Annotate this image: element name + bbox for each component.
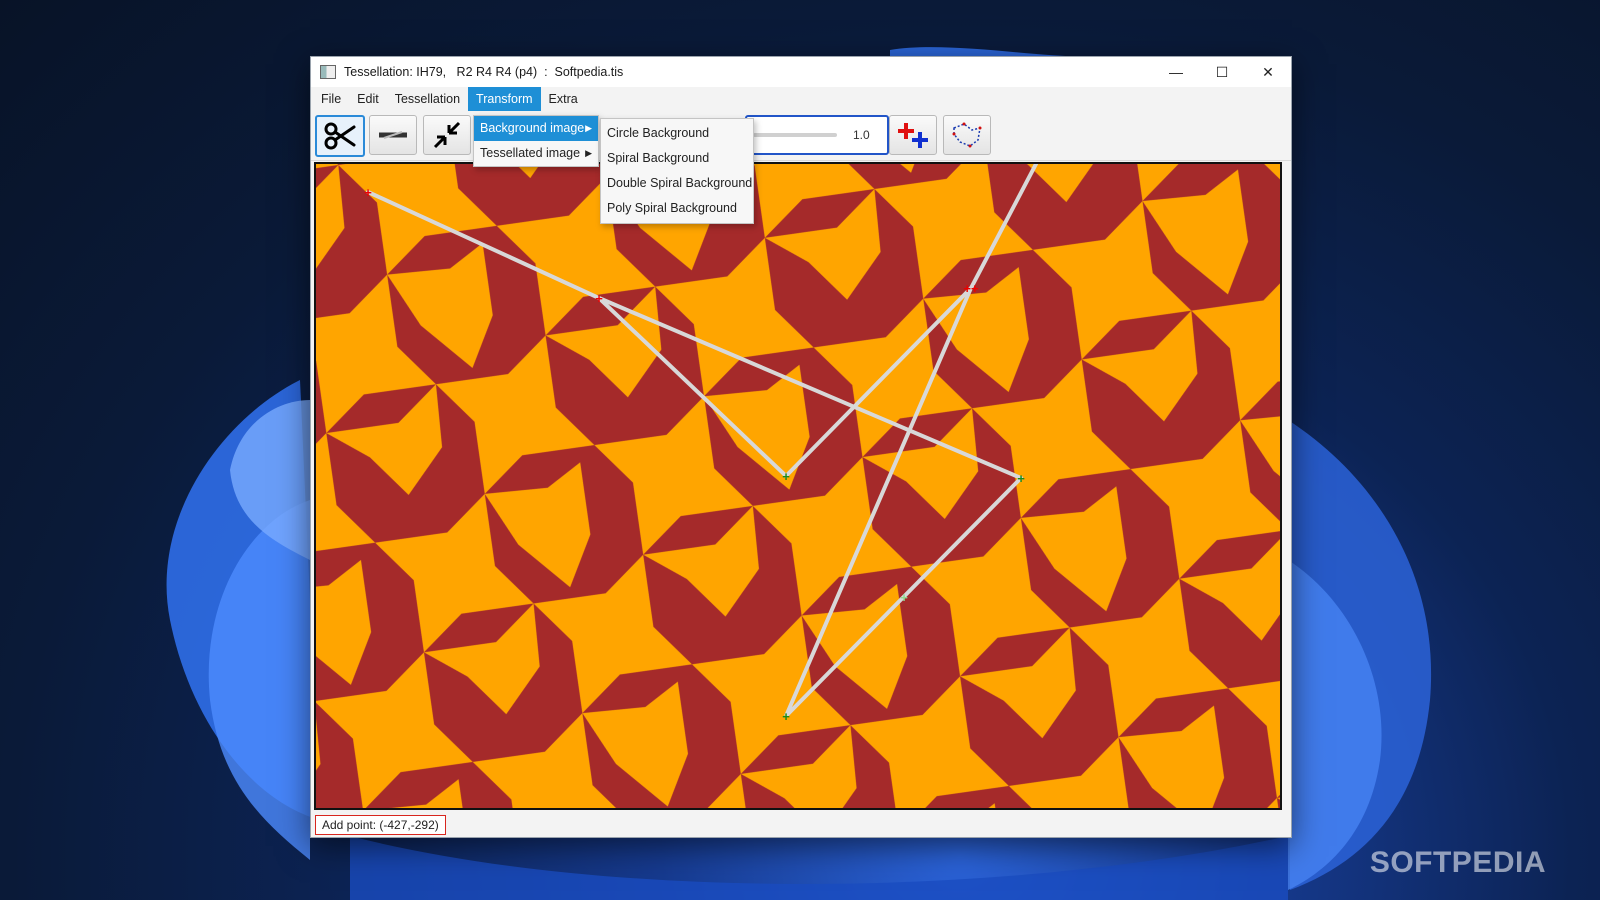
menu-background-image[interactable]: Background image ▶ (474, 116, 598, 141)
menu-poly-spiral-background[interactable]: Poly Spiral Background (601, 196, 753, 221)
maximize-button[interactable]: ☐ (1199, 57, 1245, 87)
submenu-arrow-icon: ▶ (585, 123, 592, 133)
scissors-icon (324, 122, 356, 150)
menu-bar: File Edit Tessellation Transform Extra (311, 87, 1291, 111)
menu-extra[interactable]: Extra (541, 87, 586, 111)
transform-menu: Background image ▶ Tessellated image ▶ (473, 115, 599, 167)
tile-pattern (316, 164, 1280, 808)
shape-outline-icon (952, 122, 982, 148)
menu-tessellation[interactable]: Tessellation (387, 87, 468, 111)
zoom-value: 1.0 (853, 128, 870, 142)
close-button[interactable]: ✕ (1245, 57, 1291, 87)
softpedia-watermark: SOFTPEDIA (1369, 846, 1546, 879)
app-window: Tessellation: IH79, R2 R4 R4 (p4) : Soft… (310, 56, 1292, 838)
menu-file[interactable]: File (313, 87, 349, 111)
background-submenu: Circle Background Spiral Background Doub… (600, 118, 754, 224)
shrink-icon (433, 121, 461, 149)
menu-spiral-background[interactable]: Spiral Background (601, 146, 753, 171)
tessellation-drawing: + + ++ + + + + (316, 164, 1280, 808)
tessellation-canvas[interactable]: + + ++ + + + + (314, 162, 1282, 810)
window-title: Tessellation: IH79, R2 R4 R4 (p4) : Soft… (344, 65, 624, 79)
move-icon (379, 131, 407, 139)
point-marker[interactable]: + (1017, 471, 1025, 486)
submenu-arrow-icon: ▶ (585, 148, 592, 158)
point-marker[interactable]: + (782, 469, 790, 484)
scissors-tool-button[interactable] (315, 115, 365, 157)
shrink-tool-button[interactable] (423, 115, 471, 155)
zoom-track[interactable] (753, 133, 837, 137)
move-tool-button[interactable] (369, 115, 417, 155)
menu-tessellated-image-label: Tessellated image (480, 146, 581, 160)
add-point-tool-button[interactable] (889, 115, 937, 155)
point-marker[interactable]: ++ (963, 281, 979, 296)
outline-tool-button[interactable] (943, 115, 991, 155)
menu-transform[interactable]: Transform (468, 87, 541, 111)
point-marker[interactable]: + (364, 185, 372, 200)
toolbar: 1.0 (311, 112, 1291, 161)
minimize-button[interactable]: — (1153, 57, 1199, 87)
title-bar: Tessellation: IH79, R2 R4 R4 (p4) : Soft… (311, 57, 1291, 87)
point-marker[interactable]: + (900, 590, 908, 605)
point-marker[interactable]: + (782, 709, 790, 724)
menu-circle-background[interactable]: Circle Background (601, 121, 753, 146)
menu-double-spiral-background[interactable]: Double Spiral Background (601, 171, 753, 196)
menu-edit[interactable]: Edit (349, 87, 387, 111)
zoom-slider[interactable]: 1.0 (745, 115, 889, 155)
menu-background-image-label: Background image (480, 121, 585, 135)
status-bar: Add point: (-427,-292) (315, 815, 446, 835)
menu-tessellated-image[interactable]: Tessellated image ▶ (474, 141, 598, 166)
add-point-icon (898, 123, 928, 148)
point-marker[interactable]: + (595, 291, 603, 306)
app-icon (320, 65, 336, 79)
